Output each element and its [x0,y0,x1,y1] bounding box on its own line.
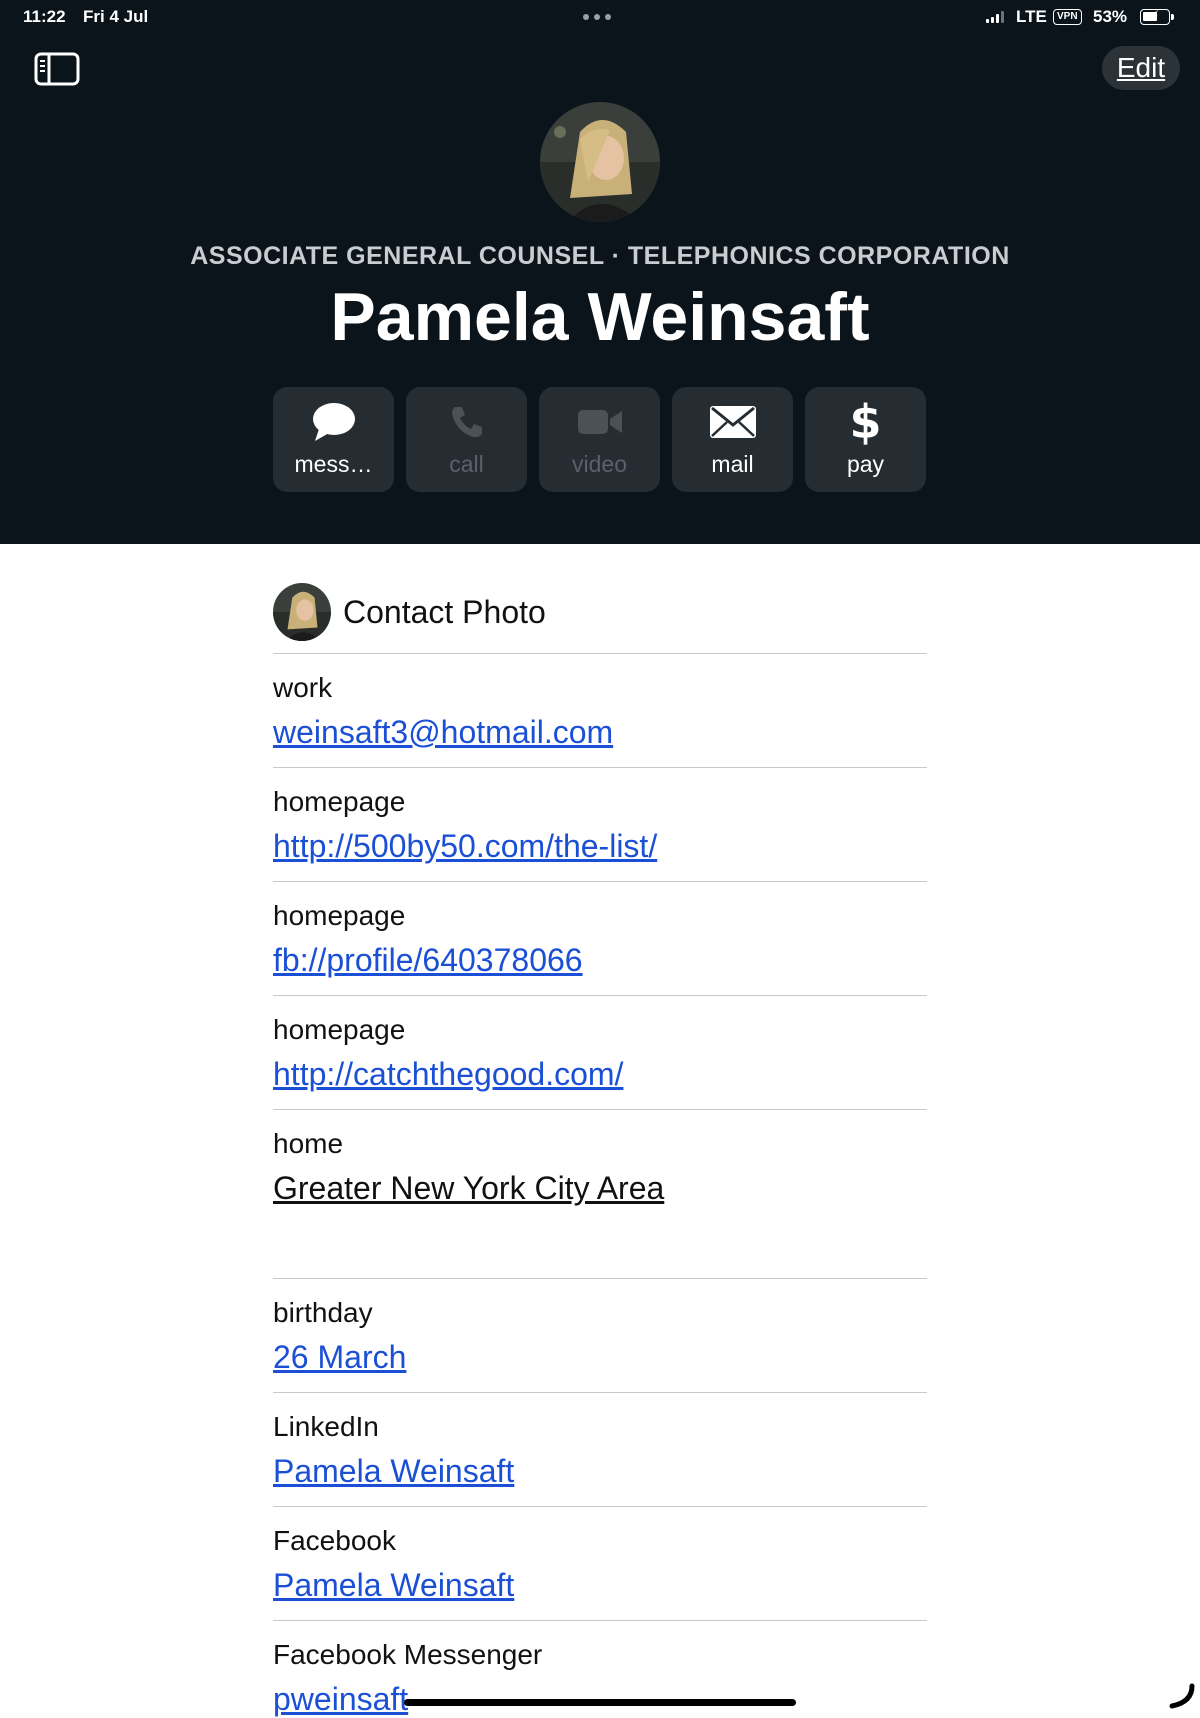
field-label: work [273,672,333,703]
contact-header: 11:22 Fri 4 Jul LTE VPN 53% ⚡ Edit ASSOC… [0,0,1200,544]
quick-actions: mess… call video mail $ pay [273,387,926,492]
field-label: Facebook [273,1525,396,1556]
battery-icon: ⚡ [1140,8,1174,25]
field-birthday: birthday 26 March [273,1279,927,1393]
contact-photo-row[interactable]: Contact Photo [273,574,927,654]
contact-details: Contact Photo work weinsaft3@hotmail.com… [273,574,927,1718]
field-label: homepage [273,900,406,931]
video-button[interactable]: video [539,387,660,492]
status-date: Fri 4 Jul [83,7,149,26]
video-camera-icon [577,410,622,434]
field-homepage: homepage fb://profile/640378066 [273,882,927,996]
job-title: ASSOCIATE GENERAL COUNSEL · TELEPHONICS … [190,242,1010,270]
field-linkedin: LinkedIn Pamela Weinsaft [273,1393,927,1507]
mail-button[interactable]: mail [672,387,793,492]
field-label: Facebook Messenger [273,1639,543,1670]
homepage-link[interactable]: fb://profile/640378066 [273,942,583,979]
cellular-signal-icon [986,11,1004,23]
edit-button[interactable]: Edit [1102,46,1180,90]
message-label: mess… [294,451,373,477]
contact-photo-thumbnail [273,583,331,641]
field-homepage: homepage http://catchthegood.com/ [273,996,927,1110]
vpn-badge: VPN [1053,9,1082,25]
video-label: video [572,451,627,477]
home-indicator[interactable] [404,1699,796,1706]
field-label: home [273,1128,344,1159]
contact-photo-label: Contact Photo [343,594,546,630]
messenger-link[interactable]: pweinsaft [273,1681,408,1718]
envelope-icon [709,406,756,438]
status-bar: 11:22 Fri 4 Jul LTE VPN 53% ⚡ [0,0,1200,36]
birthday-link[interactable]: 26 March [273,1339,406,1376]
mail-label: mail [711,451,754,477]
field-label: homepage [273,786,406,817]
call-button[interactable]: call [406,387,527,492]
field-facebook: Facebook Pamela Weinsaft [273,1507,927,1621]
message-button[interactable]: mess… [273,387,394,492]
battery-percentage: 53% [1093,7,1128,26]
email-link[interactable]: weinsaft3@hotmail.com [273,714,613,751]
facebook-link[interactable]: Pamela Weinsaft [273,1567,514,1604]
field-work-email: work weinsaft3@hotmail.com [273,654,927,768]
multitasking-dots-icon[interactable] [583,14,611,20]
field-label: LinkedIn [273,1411,379,1442]
field-label: homepage [273,1014,406,1045]
linkedin-link[interactable]: Pamela Weinsaft [273,1453,514,1490]
pay-label: pay [846,451,885,477]
homepage-link[interactable]: http://500by50.com/the-list/ [273,828,657,865]
call-label: call [449,451,484,477]
field-homepage: homepage http://500by50.com/the-list/ [273,768,927,882]
contact-name: Pamela Weinsaft [330,279,870,355]
network-type: LTE [1016,7,1047,26]
field-label: birthday [273,1297,373,1328]
status-time: 11:22 [23,7,66,26]
field-home-address: home Greater New York City Area [273,1110,927,1279]
homepage-link[interactable]: http://catchthegood.com/ [273,1056,623,1093]
resize-handle-icon [1169,1683,1195,1709]
dollar-icon: $ [849,395,882,449]
message-bubble-icon [312,403,355,441]
address-link[interactable]: Greater New York City Area [273,1170,664,1207]
sidebar-toggle-button[interactable] [34,52,80,86]
window-resize-handle[interactable] [1166,1680,1196,1710]
contact-avatar[interactable] [540,102,660,222]
phone-icon [451,407,482,438]
sidebar-icon [34,52,80,86]
pay-button[interactable]: $ pay [805,387,926,492]
